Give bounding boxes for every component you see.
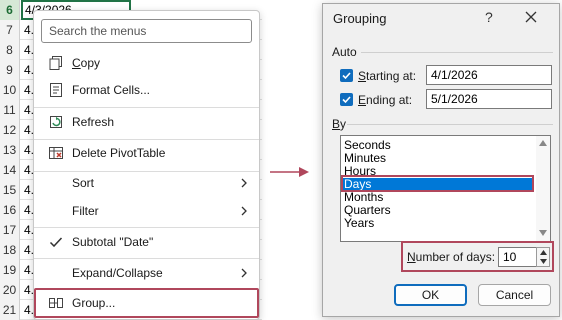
menu-item-label: Group... <box>72 296 116 310</box>
row-header[interactable]: 6 <box>0 0 20 20</box>
auto-group-label: Auto <box>332 45 357 59</box>
menu-item-subtotal[interactable]: Subtotal "Date" <box>34 228 259 256</box>
group-divider <box>347 124 553 125</box>
row-header[interactable]: 13 <box>0 140 20 160</box>
by-group-label: By <box>332 117 347 131</box>
scroll-down-icon[interactable] <box>539 230 547 236</box>
menu-item-format-cells[interactable]: Format Cells... <box>34 76 259 104</box>
starting-at-input[interactable]: 4/1/2026 <box>426 65 552 85</box>
menu-item-delete-pivottable[interactable]: Delete PivotTable <box>34 139 259 167</box>
row-header[interactable]: 12 <box>0 120 20 140</box>
number-of-days-spinner[interactable] <box>536 247 550 267</box>
starting-at-checkbox[interactable] <box>340 69 353 82</box>
row-header[interactable]: 21 <box>0 300 20 320</box>
refresh-icon <box>50 116 62 128</box>
spin-down-icon[interactable] <box>540 259 547 264</box>
chevron-right-icon <box>241 268 247 278</box>
menu-item-label: Delete PivotTable <box>72 146 166 160</box>
number-of-days-group: Number of days: 10 <box>401 241 554 272</box>
checkmark-icon <box>342 72 351 80</box>
row-header[interactable]: 14 <box>0 160 20 180</box>
menu-item-label: Format Cells... <box>72 83 151 97</box>
close-icon[interactable] <box>524 10 538 24</box>
row-header[interactable]: 10 <box>0 80 20 100</box>
row-header[interactable]: 20 <box>0 280 20 300</box>
list-item[interactable]: Years <box>344 217 374 230</box>
group-divider <box>361 52 553 53</box>
ending-at-label: Ending at: <box>358 93 413 107</box>
number-of-days-input[interactable]: 10 <box>498 247 538 267</box>
starting-at-label: Starting at: <box>358 69 417 83</box>
row-header[interactable]: 18 <box>0 240 20 260</box>
checkmark-icon <box>342 96 351 104</box>
menu-item-filter[interactable]: Filter <box>34 197 259 225</box>
chevron-right-icon <box>241 178 247 188</box>
menu-item-expand-collapse[interactable]: Expand/Collapse <box>34 259 259 287</box>
arrow-right-icon <box>270 167 309 177</box>
menu-search-input[interactable]: Search the menus <box>41 19 252 43</box>
menu-item-label: Expand/Collapse <box>72 266 163 280</box>
row-header[interactable]: 16 <box>0 200 20 220</box>
menu-item-label: Sort <box>72 176 95 190</box>
row-header[interactable]: 15 <box>0 180 20 200</box>
copy-icon <box>49 56 62 70</box>
by-listbox[interactable]: Seconds Minutes Hours Days Months Quarte… <box>340 135 551 242</box>
row-header[interactable]: 17 <box>0 220 20 240</box>
menu-item-label: Subtotal "Date" <box>72 235 154 249</box>
menu-item-copy[interactable]: Copy <box>34 49 259 77</box>
row-header[interactable]: 7 <box>0 20 20 40</box>
ending-at-input[interactable]: 5/1/2026 <box>426 89 552 109</box>
scroll-up-icon[interactable] <box>539 140 547 146</box>
chevron-right-icon <box>241 206 247 216</box>
cancel-button[interactable]: Cancel <box>478 284 551 306</box>
spin-up-icon[interactable] <box>540 250 547 255</box>
ending-at-checkbox[interactable] <box>340 93 353 106</box>
highlight-frame <box>341 175 534 192</box>
row-header[interactable]: 11 <box>0 100 20 120</box>
help-button[interactable]: ? <box>485 9 493 25</box>
row-header[interactable]: 9 <box>0 60 20 80</box>
ok-button[interactable]: OK <box>394 284 467 306</box>
number-of-days-label: Number of days: <box>407 250 496 264</box>
menu-item-sort[interactable]: Sort <box>34 169 259 197</box>
menu-item-label: Copy <box>72 56 101 70</box>
row-header[interactable]: 8 <box>0 40 20 60</box>
menu-item-group[interactable]: Group... <box>34 288 259 318</box>
menu-item-refresh[interactable]: Refresh <box>34 108 259 136</box>
checkmark-icon <box>49 237 63 248</box>
row-header[interactable]: 19 <box>0 260 20 280</box>
context-menu: Search the menus Copy Format Cells... Re… <box>33 10 260 320</box>
listbox-scrollbar[interactable] <box>536 136 550 241</box>
grouping-dialog: Grouping ? Auto Starting at: 4/1/2026 En… <box>322 3 560 317</box>
menu-item-label: Refresh <box>72 115 115 129</box>
format-cells-icon <box>50 83 62 97</box>
dialog-title: Grouping <box>333 11 387 26</box>
delete-table-icon <box>49 147 63 159</box>
menu-item-label: Filter <box>72 204 99 218</box>
group-icon <box>49 298 63 308</box>
